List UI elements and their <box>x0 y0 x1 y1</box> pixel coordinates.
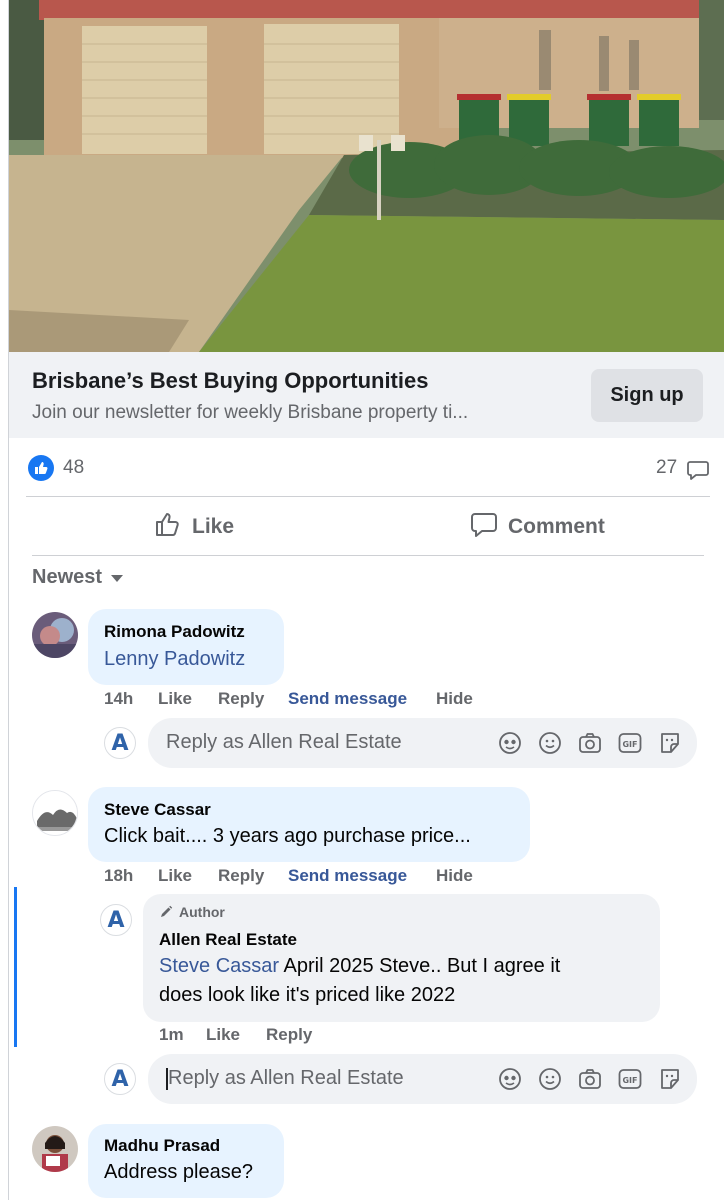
comment-sort-dropdown[interactable]: Newest <box>32 566 124 589</box>
comment-timestamp[interactable]: 18h <box>104 866 133 886</box>
sticker-icon[interactable] <box>658 731 682 755</box>
avatar[interactable] <box>32 790 78 836</box>
comment-bubble-icon <box>686 458 710 487</box>
ad-subtitle: Join our newsletter for weekly Brisbane … <box>32 402 469 423</box>
pencil-icon <box>161 905 173 917</box>
reply-placeholder: Reply as Allen Real Estate <box>166 1067 404 1090</box>
page-avatar: A <box>104 1063 136 1095</box>
comment-count[interactable]: 27 <box>656 457 677 479</box>
reply-text-line-2: does look like it's priced like 2022 <box>159 984 456 1006</box>
sponsored-ad-panel[interactable]: Brisbane’s Best Buying Opportunities Joi… <box>9 352 724 438</box>
comment-mention[interactable]: Steve Cassar <box>159 955 279 977</box>
svg-text:GIF: GIF <box>622 740 637 749</box>
author-badge-label: Author <box>179 904 225 920</box>
reply-like-link[interactable]: Like <box>206 1025 240 1045</box>
hide-comment-link[interactable]: Hide <box>436 689 473 709</box>
divider <box>32 555 704 556</box>
camera-icon[interactable] <box>578 731 602 755</box>
avatar[interactable] <box>32 612 78 658</box>
hide-comment-link[interactable]: Hide <box>436 866 473 886</box>
comment-text: Click bait.... 3 years ago purchase pric… <box>104 825 471 847</box>
sign-up-button[interactable]: Sign up <box>591 369 703 422</box>
comment-text: Address please? <box>104 1161 253 1183</box>
send-message-link[interactable]: Send message <box>288 689 407 709</box>
sort-label: Newest <box>32 566 103 588</box>
like-reaction-icon[interactable] <box>28 455 54 481</box>
send-message-link[interactable]: Send message <box>288 866 407 886</box>
comment-author[interactable]: Madhu Prasad <box>104 1136 220 1156</box>
comment-reply-link[interactable]: Reply <box>218 866 264 886</box>
like-button-label: Like <box>192 515 235 538</box>
comment-button[interactable]: Comment <box>470 510 605 544</box>
emoji-icon[interactable] <box>538 1067 562 1091</box>
like-count[interactable]: 48 <box>63 457 84 479</box>
divider <box>26 496 710 497</box>
comment-reply-link[interactable]: Reply <box>218 689 264 709</box>
reply-input[interactable]: Reply as Allen Real Estate GIF <box>148 718 697 768</box>
svg-text:GIF: GIF <box>622 1076 637 1085</box>
sticker-icon[interactable] <box>658 1067 682 1091</box>
reply-input[interactable]: Reply as Allen Real Estate GIF <box>148 1054 697 1104</box>
reply-reply-link[interactable]: Reply <box>266 1025 312 1045</box>
reply-timestamp[interactable]: 1m <box>159 1025 184 1045</box>
comment-author[interactable]: Rimona Padowitz <box>104 622 245 642</box>
listing-photo[interactable] <box>9 0 724 352</box>
reply-placeholder: Reply as Allen Real Estate <box>166 731 402 753</box>
avatar[interactable] <box>32 1126 78 1172</box>
comment-bubble: Madhu Prasad Address please? <box>88 1124 284 1198</box>
comment-author[interactable]: Steve Cassar <box>104 800 211 820</box>
comment-timestamp[interactable]: 14h <box>104 689 133 709</box>
gif-icon[interactable]: GIF <box>618 731 642 755</box>
page-avatar: A <box>104 727 136 759</box>
reply-text-line-1: Steve Cassar April 2025 Steve.. But I ag… <box>159 955 561 977</box>
comment-bubble: Steve Cassar Click bait.... 3 years ago … <box>88 787 530 862</box>
reply-bubble: Author Allen Real Estate Steve Cassar Ap… <box>143 894 660 1022</box>
comment-mention[interactable]: Lenny Padowitz <box>104 648 245 671</box>
ad-title[interactable]: Brisbane’s Best Buying Opportunities <box>32 368 428 394</box>
like-button[interactable]: Like <box>154 510 234 544</box>
comment-author[interactable]: Allen Real Estate <box>159 930 297 950</box>
thumbs-up-icon <box>154 510 182 544</box>
avatar-sticker-icon[interactable] <box>498 1067 522 1091</box>
page-avatar[interactable]: A <box>100 904 132 936</box>
avatar-sticker-icon[interactable] <box>498 731 522 755</box>
comment-like-link[interactable]: Like <box>158 689 192 709</box>
comment-bubble: Rimona Padowitz Lenny Padowitz <box>88 609 284 685</box>
camera-icon[interactable] <box>578 1067 602 1091</box>
gif-icon[interactable]: GIF <box>618 1067 642 1091</box>
caret-down-icon <box>110 566 124 589</box>
comment-icon <box>470 510 498 544</box>
comment-button-label: Comment <box>508 515 605 538</box>
author-badge: Author <box>159 904 225 920</box>
comment-like-link[interactable]: Like <box>158 866 192 886</box>
reply-thread-line <box>14 887 17 1047</box>
emoji-icon[interactable] <box>538 731 562 755</box>
